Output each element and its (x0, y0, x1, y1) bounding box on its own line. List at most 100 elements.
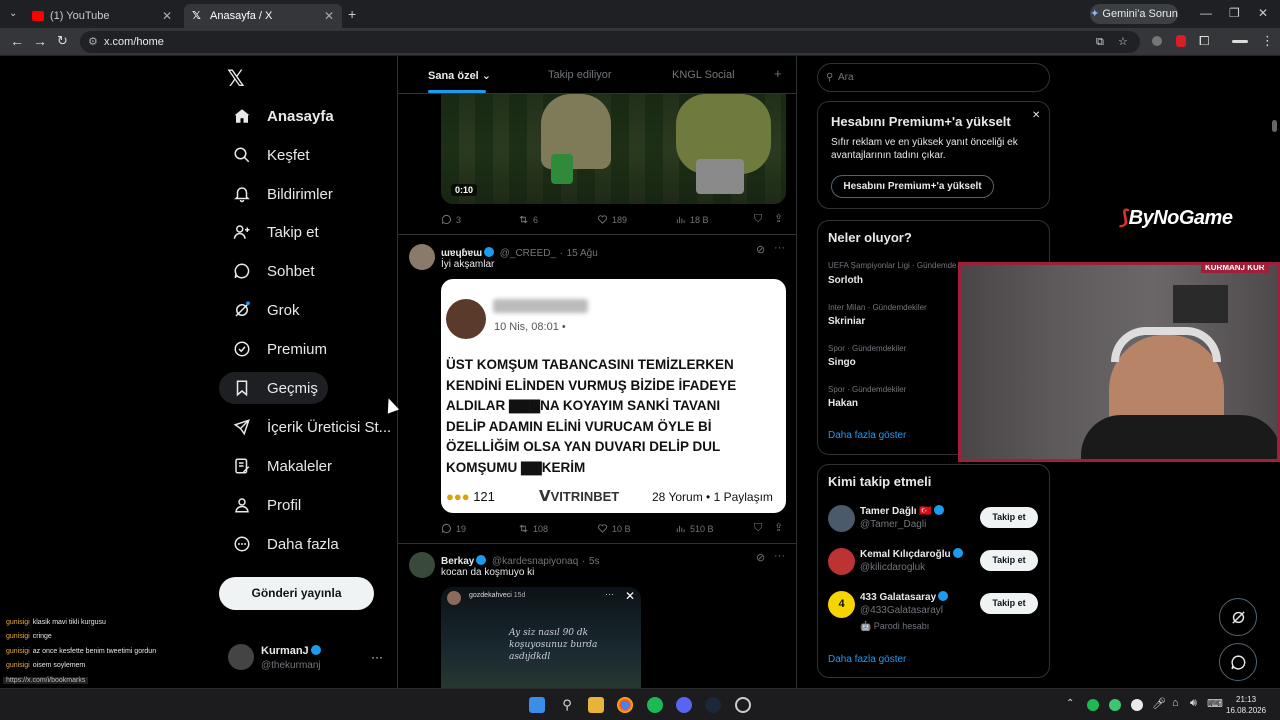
chrome-icon[interactable] (617, 697, 633, 713)
more-options-icon[interactable]: ··· (774, 242, 785, 254)
tweet-image[interactable]: 10 Nis, 08:01 • ÜST KOMŞUM TABANCASINI T… (441, 279, 786, 513)
obs-icon[interactable] (735, 697, 751, 713)
close-icon[interactable]: ✕ (324, 9, 334, 23)
tray-spotify-icon[interactable] (1087, 699, 1099, 711)
account-menu-icon[interactable]: ··· (371, 650, 383, 664)
nav-grok[interactable]: Grok (219, 294, 310, 326)
follow-button[interactable]: Takip et (980, 550, 1038, 571)
reload-icon[interactable]: ↻ (57, 33, 68, 49)
trends-show-more[interactable]: Daha fazla göster (828, 430, 906, 441)
post-button[interactable]: Gönderi yayınla (219, 577, 374, 610)
like-button[interactable]: 10 B (597, 523, 631, 534)
site-info-icon[interactable]: ⚙ (88, 31, 98, 53)
file-explorer-icon[interactable] (588, 697, 604, 713)
grok-icon[interactable]: ⊘ (756, 551, 765, 564)
close-icon[interactable]: ✕ (162, 9, 172, 23)
embed-more-icon[interactable]: ··· (605, 589, 614, 599)
menu-icon[interactable]: ⋮ (1261, 33, 1274, 49)
steam-icon[interactable] (705, 697, 721, 713)
reply-button[interactable]: 19 (441, 523, 466, 534)
search-input[interactable]: ⚲ Ara (817, 63, 1050, 92)
retweet-button[interactable]: 108 (518, 523, 548, 534)
tab-youtube[interactable]: (1) YouTube ✕ (24, 4, 180, 28)
avatar[interactable] (828, 505, 855, 532)
network-icon[interactable]: ⌂ (1172, 697, 1179, 709)
nav-explore[interactable]: Keşfet (219, 139, 320, 171)
author-name[interactable]: ɯɐɥɓɐɯ (441, 248, 482, 259)
avatar[interactable] (828, 548, 855, 575)
avatar[interactable] (409, 552, 435, 578)
forward-icon[interactable]: → (33, 33, 47, 49)
tray-app-icon[interactable] (1131, 699, 1143, 711)
bookmark-icon[interactable]: ⛉ (754, 522, 762, 535)
video-player[interactable] (441, 94, 786, 204)
trend-item[interactable]: Singo (828, 357, 856, 368)
author-handle[interactable]: @kardesnapiyonaq (492, 556, 578, 567)
nav-chat[interactable]: Sohbet (219, 255, 325, 287)
volume-icon[interactable]: 🔊︎ (1190, 697, 1197, 710)
trend-item[interactable]: Skriniar (828, 316, 865, 327)
like-button[interactable]: 189 (597, 214, 627, 225)
spotify-icon[interactable] (647, 697, 663, 713)
embed-close-icon[interactable]: ✕ (625, 589, 635, 603)
premium-upgrade-button[interactable]: Hesabını Premium+'a yükselt (831, 175, 994, 198)
views-button[interactable]: 510 B (675, 523, 714, 534)
share-icon[interactable]: ⇪ (774, 521, 783, 534)
nav-articles[interactable]: Makaleler (219, 450, 342, 482)
back-icon[interactable]: ← (10, 33, 24, 49)
add-tab-icon[interactable]: + (774, 66, 782, 81)
nav-bookmarks[interactable]: Geçmiş (219, 372, 328, 404)
discord-icon[interactable] (676, 697, 692, 713)
embedded-video[interactable]: gozdekahveci 15d ··· ✕ Ay siz nasıl 90 d… (441, 587, 641, 688)
tab-search-icon[interactable]: ⌄ (9, 8, 17, 19)
microphone-icon[interactable]: 🎤︎ (1152, 697, 1166, 710)
tab-following[interactable]: Takip ediliyor (548, 69, 612, 81)
tray-chevron-icon[interactable]: ⌃ (1066, 698, 1074, 709)
account-name[interactable]: KurmanJ (261, 645, 323, 657)
avatar[interactable]: 4 (828, 591, 855, 618)
messages-fab[interactable] (1219, 643, 1257, 681)
suggestion-name[interactable]: Tamer Dağlı 🇹🇷 (860, 505, 946, 517)
tab-x-home[interactable]: 𝕏 Anasayfa / X ✕ (184, 4, 342, 28)
suggestion-name[interactable]: 433 Galatasaray (860, 591, 950, 603)
trend-item[interactable]: Sorloth (828, 275, 863, 286)
extension-red-icon[interactable] (1176, 35, 1186, 47)
nav-home[interactable]: Anasayfa (219, 100, 344, 132)
close-window-icon[interactable]: ✕ (1258, 6, 1268, 20)
share-icon[interactable]: ⇪ (774, 212, 783, 225)
start-icon[interactable] (529, 697, 545, 713)
author-name[interactable]: Berkay (441, 556, 474, 567)
close-icon[interactable]: ✕ (1032, 110, 1040, 121)
url-input[interactable]: ⚙ x.com/home ⧉ ☆ (80, 31, 1140, 53)
install-icon[interactable]: ⧉ (1096, 31, 1104, 53)
extension-icon[interactable] (1152, 36, 1162, 46)
trend-item[interactable]: Hakan (828, 398, 858, 409)
scrollbar-thumb[interactable] (1272, 120, 1277, 132)
minimize-icon[interactable]: — (1200, 6, 1212, 20)
bookmark-icon[interactable]: ⛉ (754, 213, 762, 226)
x-logo-icon[interactable]: 𝕏 (227, 66, 245, 92)
avatar[interactable] (228, 644, 254, 670)
retweet-button[interactable]: 6 (518, 214, 538, 225)
profile-icon[interactable] (1232, 40, 1248, 43)
follow-button[interactable]: Takip et (980, 507, 1038, 528)
tweet-time[interactable]: 5s (589, 556, 600, 567)
nav-notifications[interactable]: Bildirimler (219, 178, 343, 210)
who-to-follow-show-more[interactable]: Daha fazla göster (828, 654, 906, 665)
search-icon[interactable]: ⚲ (559, 697, 575, 713)
gemini-button[interactable]: ✦ Gemini'a Sorun (1090, 4, 1178, 24)
keyboard-icon[interactable]: ⌨ (1207, 697, 1223, 710)
grok-fab[interactable] (1219, 598, 1257, 636)
more-options-icon[interactable]: ··· (774, 550, 785, 562)
views-button[interactable]: 18 B (675, 214, 709, 225)
nav-premium[interactable]: Premium (219, 333, 337, 365)
nav-follow[interactable]: Takip et (219, 216, 329, 248)
tab-for-you[interactable]: Sana özel ⌄ (428, 69, 491, 82)
grok-icon[interactable]: ⊘ (756, 243, 765, 256)
suggestion-name[interactable]: Kemal Kılıçdaroğlu (860, 548, 965, 560)
reply-button[interactable]: 3 (441, 214, 461, 225)
extensions-puzzle-icon[interactable]: ⧠ (1199, 33, 1209, 49)
restore-icon[interactable]: ❐ (1229, 6, 1240, 20)
tweet-time[interactable]: 15 Ağu (567, 248, 598, 259)
nav-profile[interactable]: Profil (219, 489, 311, 521)
